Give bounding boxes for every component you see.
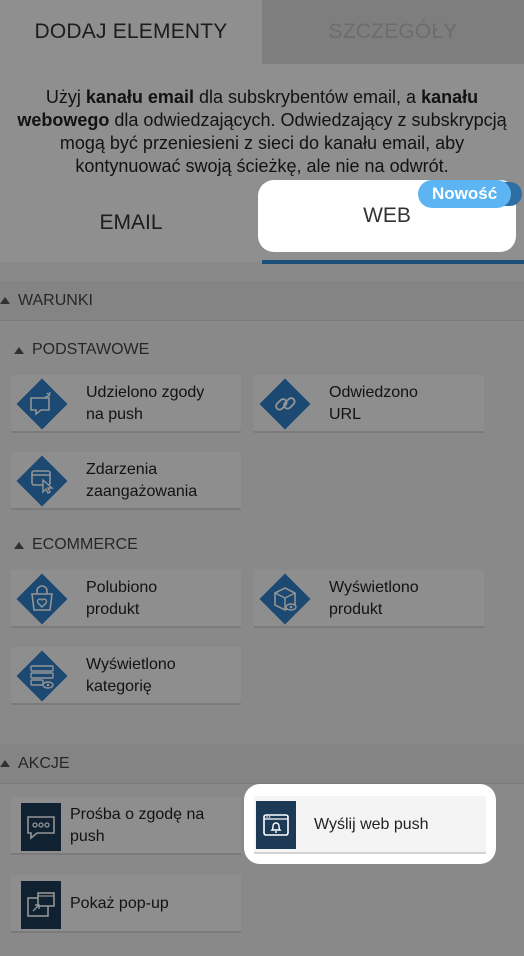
new-badge: Nowość [418,180,512,208]
highlight-send-web-push: Wyślij web push [244,784,496,864]
tile-send-web-push[interactable]: Wyślij web push [254,796,486,854]
browser-bell-icon [263,814,289,836]
tile-label: Wyślij web push [314,816,429,833]
